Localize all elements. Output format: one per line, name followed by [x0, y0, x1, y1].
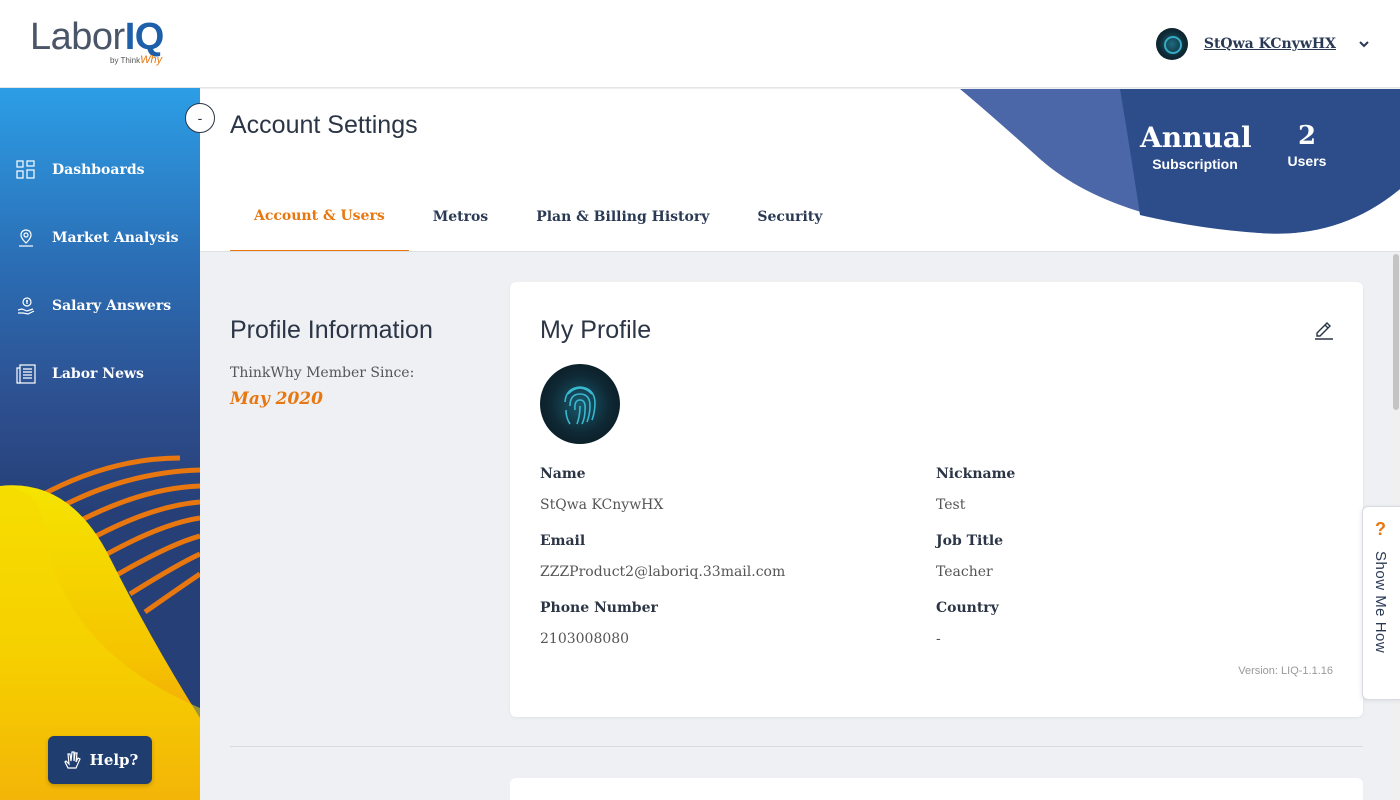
sidebar-item-label: Market Analysis	[52, 230, 179, 246]
profile-avatar[interactable]	[540, 364, 620, 444]
next-section-card	[510, 778, 1363, 800]
logo-text-iq: IQ	[124, 16, 165, 58]
email-value: ZZZProduct2@laboriq.33mail.com	[540, 564, 786, 580]
tab-plan-billing-history[interactable]: Plan & Billing History	[512, 189, 733, 251]
user-menu[interactable]: StQwa KCnywHX	[1155, 27, 1370, 61]
users-label: Users	[1287, 153, 1327, 169]
nickname-label: Nickname	[936, 466, 1016, 482]
sidebar-item-salary-answers[interactable]: Salary Answers	[0, 286, 200, 326]
show-me-how-tab[interactable]: ? Show Me How	[1362, 506, 1400, 700]
logo-by-text: by Think	[110, 56, 141, 65]
section-divider	[230, 746, 1363, 747]
logo-why-text: Why	[140, 54, 163, 66]
scrollbar-thumb[interactable]	[1393, 254, 1399, 410]
my-profile-title: My Profile	[540, 316, 652, 344]
name-label: Name	[540, 466, 586, 482]
phone-value: 2103008080	[540, 631, 630, 647]
sidebar-item-label: Labor News	[52, 366, 144, 382]
sidebar-item-label: Salary Answers	[52, 298, 172, 314]
sidebar-item-labor-news[interactable]: Labor News	[0, 354, 200, 394]
job-title-value: Teacher	[936, 564, 993, 580]
tab-security[interactable]: Security	[733, 189, 846, 251]
dashboard-grid-icon	[16, 160, 35, 179]
users-stat: 2 Users	[1282, 121, 1332, 169]
nickname-value: Test	[936, 497, 966, 513]
user-name-link[interactable]: StQwa KCnywHX	[1204, 36, 1336, 52]
phone-label: Phone Number	[540, 600, 658, 616]
salary-hand-icon	[17, 297, 35, 315]
logo-text-main: Labor	[30, 16, 125, 58]
job-title-label: Job Title	[936, 533, 1004, 549]
laboriq-logo[interactable]: LaborIQ by ThinkWhy	[30, 16, 190, 72]
help-button[interactable]: Help?	[48, 736, 152, 784]
page-header: Account Settings Account & Users Metros …	[200, 89, 1400, 252]
sidebar-item-dashboards[interactable]: Dashboards	[0, 150, 200, 190]
pencil-edit-icon[interactable]	[1313, 318, 1335, 340]
profile-information-title: Profile Information	[230, 316, 433, 344]
sidebar: Dashboards Market Analysis Salary Answer…	[0, 88, 200, 800]
profile-information-section: Profile Information ThinkWhy Member Sinc…	[230, 316, 433, 409]
map-pin-icon	[19, 229, 33, 247]
member-since-label: ThinkWhy Member Since:	[230, 365, 415, 381]
user-avatar[interactable]	[1155, 28, 1188, 60]
newspaper-icon	[16, 364, 36, 384]
fingerprint-icon	[564, 386, 596, 425]
question-icon: ?	[1375, 519, 1386, 539]
email-label: Email	[540, 533, 586, 549]
name-value: StQwa KCnywHX	[540, 497, 664, 513]
subscription-label: Subscription	[1152, 156, 1238, 172]
settings-tabs: Account & Users Metros Plan & Billing Hi…	[230, 189, 846, 251]
sidebar-item-market-analysis[interactable]: Market Analysis	[0, 218, 200, 258]
chevron-down-icon[interactable]	[1358, 38, 1370, 50]
subscription-stat: Annual Subscription	[1140, 121, 1252, 172]
country-label: Country	[936, 600, 999, 616]
top-bar: LaborIQ by ThinkWhy StQwa KCnywHX	[0, 0, 1400, 88]
country-value: -	[936, 631, 941, 647]
page-title: Account Settings	[230, 111, 418, 139]
sidebar-collapse-button[interactable]: -	[185, 103, 215, 133]
tab-metros[interactable]: Metros	[409, 189, 512, 251]
tab-account-users[interactable]: Account & Users	[230, 189, 409, 251]
hand-wave-icon	[63, 751, 81, 769]
sidebar-item-label: Dashboards	[52, 162, 145, 178]
subscription-value: Annual	[1140, 121, 1252, 154]
version-text: Version: LIQ-1.1.16	[1238, 665, 1333, 677]
users-count: 2	[1297, 121, 1317, 151]
show-me-how-label: Show Me How	[1372, 551, 1389, 654]
my-profile-card: My Profile Name StQwa KCnywHX Nickname T…	[510, 282, 1363, 717]
member-since-date: May 2020	[230, 389, 323, 409]
help-label: Help?	[89, 751, 139, 769]
